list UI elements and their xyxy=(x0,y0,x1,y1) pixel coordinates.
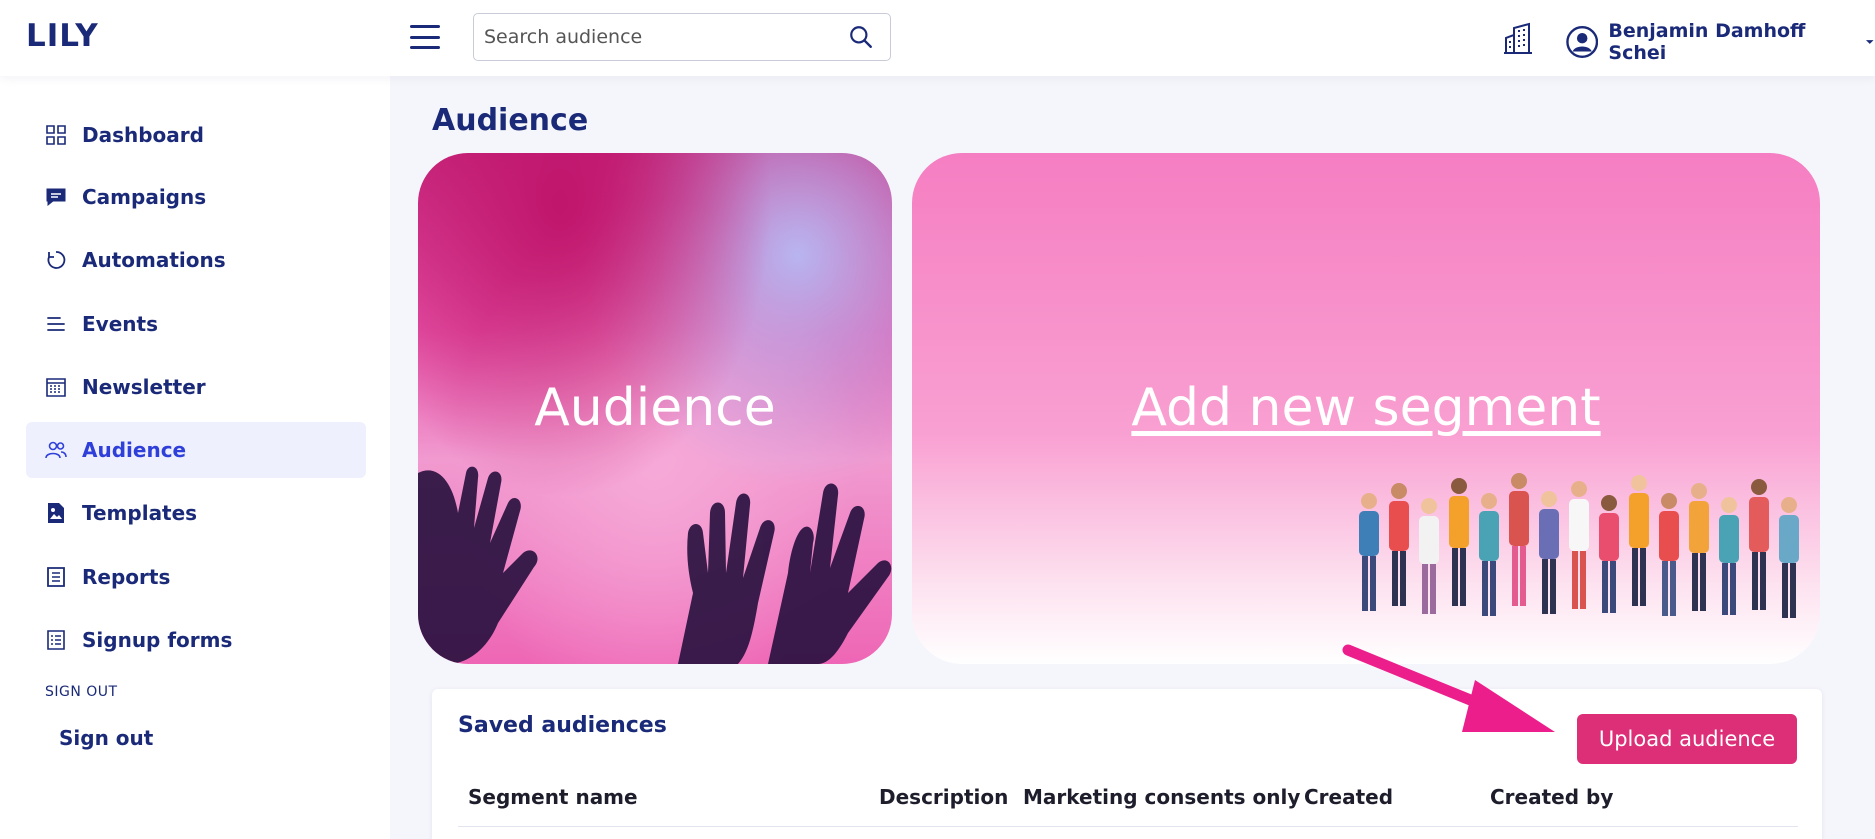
saved-audiences-title: Saved audiences xyxy=(458,713,667,738)
saved-audiences-panel: Saved audiences Upload audience Segment … xyxy=(432,689,1822,839)
calendar-icon xyxy=(46,378,66,397)
sign-out-section-label: SIGN OUT xyxy=(45,684,118,700)
sidebar-item-label: Newsletter xyxy=(82,375,206,399)
sidebar-item-label: Events xyxy=(82,312,158,336)
user-menu[interactable]: Benjamin Damhoff Schei xyxy=(1566,20,1875,64)
users-icon xyxy=(45,441,67,459)
logo[interactable]: LILY xyxy=(26,18,99,54)
grid-icon xyxy=(46,125,66,145)
column-header-created-by[interactable]: Created by xyxy=(1490,785,1613,809)
page-title: Audience xyxy=(432,103,589,138)
sidebar-item-events[interactable]: Events xyxy=(26,296,366,352)
sidebar-item-label: Templates xyxy=(82,501,198,525)
pointer-arrow-icon xyxy=(1342,644,1555,732)
column-header-created[interactable]: Created xyxy=(1304,785,1393,809)
raised-hands-illustration xyxy=(418,466,892,664)
column-header-description[interactable]: Description xyxy=(879,785,1008,809)
upload-audience-button[interactable]: Upload audience xyxy=(1577,714,1797,764)
image-file-icon xyxy=(48,503,64,523)
caret-down-icon xyxy=(1866,40,1875,44)
search-input[interactable] xyxy=(474,26,848,48)
column-header-marketing-consents[interactable]: Marketing consents only xyxy=(1023,785,1300,809)
form-icon xyxy=(47,630,65,650)
sidebar-item-newsletter[interactable]: Newsletter xyxy=(26,359,366,415)
sidebar-item-label: Automations xyxy=(82,248,226,272)
user-name: Benjamin Damhoff Schei xyxy=(1608,20,1806,64)
search-icon[interactable] xyxy=(848,24,874,50)
menu-icon[interactable] xyxy=(410,25,440,49)
lines-icon xyxy=(47,317,65,331)
sidebar-item-templates[interactable]: Templates xyxy=(26,485,366,541)
sidebar-item-dashboard[interactable]: Dashboard xyxy=(26,107,366,163)
refresh-icon xyxy=(47,251,66,269)
building-icon[interactable] xyxy=(1503,22,1533,54)
sidebar-item-reports[interactable]: Reports xyxy=(26,549,366,605)
add-segment-card[interactable]: Add new segment xyxy=(912,153,1820,664)
chat-bubble-icon xyxy=(46,188,66,207)
audience-card[interactable]: Audience xyxy=(418,153,892,664)
user-avatar-icon xyxy=(1566,26,1599,58)
sidebar-item-automations[interactable]: Automations xyxy=(26,232,366,288)
sidebar-item-label: Campaigns xyxy=(82,185,207,209)
sidebar-item-label: Reports xyxy=(82,565,171,589)
audience-card-title: Audience xyxy=(534,378,776,438)
sidebar-item-label: Signup forms xyxy=(82,628,233,652)
search-box xyxy=(473,13,891,61)
sidebar-item-signup-forms[interactable]: Signup forms xyxy=(26,612,366,668)
sidebar-item-label: Dashboard xyxy=(82,123,204,147)
top-bar: LILY Benjamin Damhoff Schei xyxy=(0,0,1875,76)
sidebar-item-label: Audience xyxy=(82,438,187,462)
document-icon xyxy=(47,567,65,587)
header-divider xyxy=(458,826,1798,827)
sign-out-link[interactable]: Sign out xyxy=(59,726,153,750)
sidebar-item-campaigns[interactable]: Campaigns xyxy=(26,169,366,225)
add-new-segment-link[interactable]: Add new segment xyxy=(912,378,1820,438)
sidebar-item-audience[interactable]: Audience xyxy=(26,422,366,478)
column-header-segment-name[interactable]: Segment name xyxy=(468,785,638,809)
crowd-illustration xyxy=(1359,473,1799,618)
